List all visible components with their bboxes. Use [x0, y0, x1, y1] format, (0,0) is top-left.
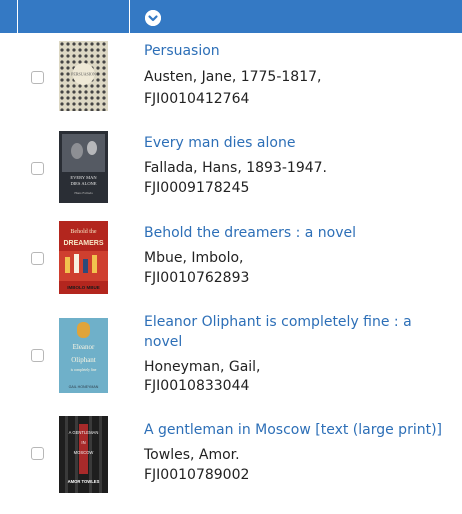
- cover-text: Eleanor: [73, 343, 95, 351]
- cover-text: Hans Fallada: [74, 191, 93, 195]
- header-column-divider: [129, 0, 130, 33]
- book-cover-image[interactable]: EVERY MAN DIES ALONE Hans Fallada: [59, 131, 108, 203]
- result-author: Towles, Amor.: [144, 447, 240, 463]
- book-cover-image[interactable]: PERSUASION: [59, 41, 108, 111]
- results-table-header: [0, 0, 462, 33]
- result-author: Mbue, Imbolo,: [144, 250, 244, 266]
- cover-text: MOSCOW: [74, 450, 94, 455]
- cover-text: DREAMERS: [63, 240, 103, 247]
- result-id: FJI0009178245: [144, 180, 250, 196]
- cover-text: PERSUASION: [71, 72, 96, 77]
- cover-text: A GENTLEMAN: [69, 430, 99, 435]
- result-id: FJI0010762893: [144, 270, 250, 286]
- result-id: FJI0010833044: [144, 378, 250, 394]
- cover-text: Oliphant: [71, 356, 96, 364]
- header-column-divider: [17, 0, 18, 33]
- cover-text: EVERY MAN: [70, 175, 97, 180]
- book-cover-image[interactable]: A GENTLEMAN IN MOSCOW AMOR TOWLES: [59, 416, 108, 493]
- chevron-down-circle-icon[interactable]: [145, 10, 161, 26]
- select-checkbox[interactable]: [31, 162, 44, 175]
- result-row: PERSUASION Persuasion Austen, Jane, 1775…: [0, 36, 462, 126]
- search-results-page: PERSUASION Persuasion Austen, Jane, 1775…: [0, 0, 462, 514]
- result-title-link[interactable]: Behold the dreamers : a novel: [144, 223, 444, 243]
- result-id: FJI0010789002: [144, 467, 250, 483]
- select-checkbox[interactable]: [31, 447, 44, 460]
- result-title-link[interactable]: Persuasion: [144, 41, 444, 61]
- book-cover-image[interactable]: Behold the DREAMERS IMBOLO MBUE: [59, 221, 108, 294]
- result-row: EVERY MAN DIES ALONE Hans Fallada Every …: [0, 126, 462, 216]
- result-author: Austen, Jane, 1775-1817,: [144, 69, 322, 85]
- result-id: FJI0010412764: [144, 91, 250, 107]
- cover-text: Behold the: [70, 229, 96, 235]
- result-row: Behold the DREAMERS IMBOLO MBUE Behold t…: [0, 216, 462, 306]
- cover-text: GAIL HONEYMAN: [69, 385, 99, 389]
- book-cover-image[interactable]: Eleanor Oliphant is completely fine GAIL…: [59, 318, 108, 393]
- result-title-link[interactable]: Eleanor Oliphant is completely fine : a …: [144, 312, 444, 352]
- cover-text: DIES ALONE: [70, 181, 96, 186]
- cover-text: AMOR TOWLES: [68, 479, 100, 484]
- result-row: A GENTLEMAN IN MOSCOW AMOR TOWLES A gent…: [0, 411, 462, 501]
- cover-text: is completely fine: [71, 368, 97, 372]
- result-author: Fallada, Hans, 1893-1947.: [144, 160, 328, 176]
- select-checkbox[interactable]: [31, 252, 44, 265]
- cover-text: IMBOLO MBUE: [67, 285, 100, 290]
- select-checkbox[interactable]: [31, 71, 44, 84]
- result-row: Eleanor Oliphant is completely fine GAIL…: [0, 306, 462, 396]
- cover-text: IN: [81, 440, 85, 445]
- result-title-link[interactable]: A gentleman in Moscow [text (large print…: [144, 420, 444, 440]
- result-title-link[interactable]: Every man dies alone: [144, 133, 444, 153]
- select-checkbox[interactable]: [31, 349, 44, 362]
